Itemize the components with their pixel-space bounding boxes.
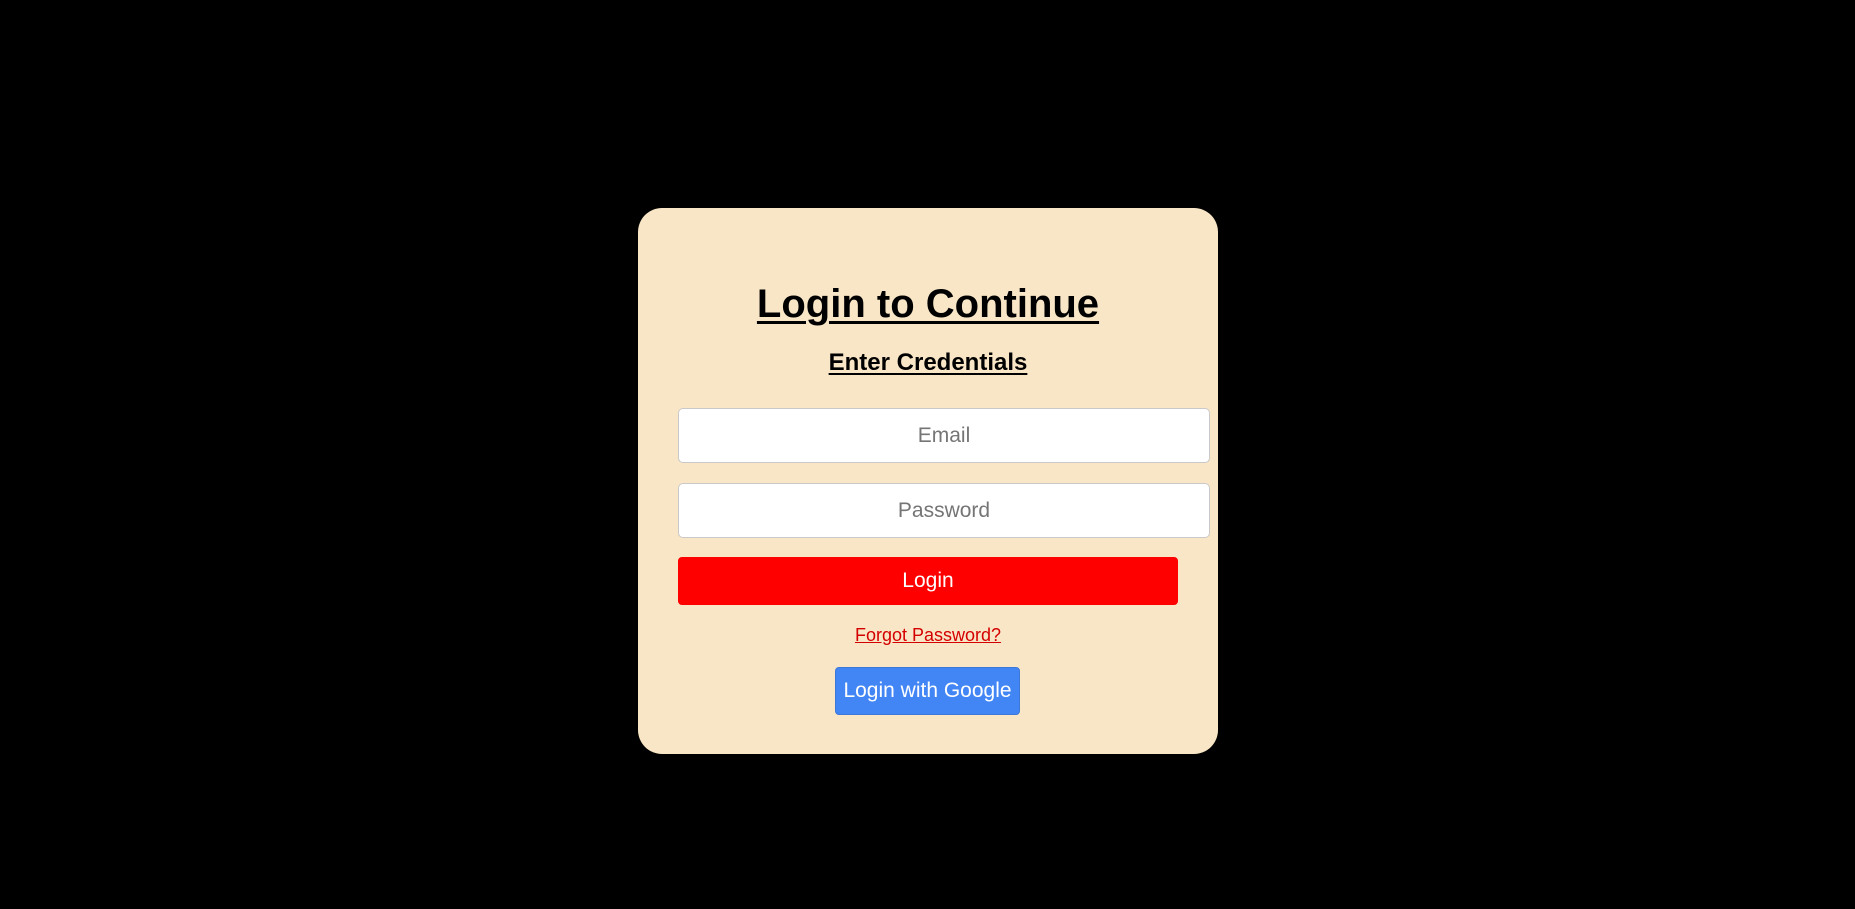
email-field[interactable] [678,408,1210,463]
page-background: Login to Continue Enter Credentials Logi… [0,0,1855,909]
login-card: Login to Continue Enter Credentials Logi… [638,208,1218,754]
password-field[interactable] [678,483,1210,538]
credentials-subtitle: Enter Credentials [828,349,1028,376]
page-title: Login to Continue [756,282,1100,326]
login-with-google-button[interactable]: Login with Google [835,667,1020,715]
forgot-password-link[interactable]: Forgot Password? [638,623,1218,647]
login-button[interactable]: Login [678,557,1178,605]
